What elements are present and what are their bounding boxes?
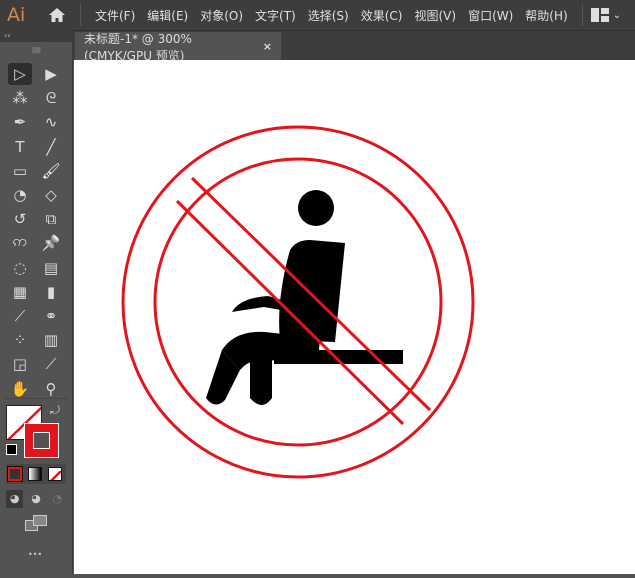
- draw-behind-button[interactable]: ◕: [27, 490, 44, 508]
- menu-item[interactable]: 文件(F): [89, 7, 141, 24]
- menu-item[interactable]: 视图(V): [408, 7, 462, 24]
- eraser-tool[interactable]: ◇: [39, 184, 63, 206]
- hand-icon: ✋: [10, 379, 30, 398]
- mesh-icon: ▦: [12, 282, 28, 301]
- direct-selection-tool[interactable]: ▶: [39, 63, 63, 85]
- menu-bar: Ai 文件(F) 编辑(E) 对象(O) 文字(T) 选择(S) 效果(C) 视图(V) 窗口…: [0, 0, 635, 30]
- symbol-sprayer-icon: ⁘: [13, 331, 27, 350]
- magic-wand-icon: ⁂: [12, 89, 28, 108]
- none-button[interactable]: [48, 467, 62, 481]
- menu-item[interactable]: 文字(T): [249, 7, 302, 24]
- zoom-tool[interactable]: ⚲: [39, 378, 63, 400]
- symbol-sprayer-tool[interactable]: ⁘: [8, 329, 32, 351]
- document-tab-title: 未标题-1* @ 300% (CMYK/GPU 预览): [84, 31, 192, 63]
- panel-grip[interactable]: ||||||||: [0, 42, 72, 58]
- swap-fill-stroke-icon[interactable]: ⤾: [50, 403, 60, 418]
- figure-torso: [279, 240, 345, 342]
- eyedropper-icon: ⟋: [14, 307, 26, 325]
- color-mode-buttons: [6, 464, 66, 484]
- pen-icon: ✒: [13, 113, 27, 132]
- perspective-grid-icon: ▤: [43, 258, 59, 277]
- home-icon[interactable]: [42, 5, 72, 25]
- rotate-icon: ↺: [13, 210, 27, 229]
- artboard-canvas[interactable]: [74, 60, 635, 574]
- lasso-tool[interactable]: ᘓ: [39, 87, 63, 109]
- divider: [4, 398, 68, 399]
- menu-item[interactable]: 选择(S): [302, 7, 355, 24]
- divider: [581, 4, 583, 26]
- rectangle-tool[interactable]: ▭: [8, 160, 32, 182]
- hand-tool[interactable]: ✋: [8, 378, 32, 400]
- rectangle-icon: ▭: [12, 161, 28, 180]
- puppet-warp-icon: 📌: [41, 234, 61, 253]
- scale-tool[interactable]: ⧉: [39, 208, 63, 230]
- scale-icon: ⧉: [45, 210, 57, 229]
- shape-builder-icon: ◌: [13, 258, 27, 277]
- gradient-tool[interactable]: ▮: [39, 281, 63, 303]
- paintbrush-icon: 🖌: [41, 161, 61, 180]
- no-sitting-sign: [121, 125, 475, 479]
- selection-tool[interactable]: ▷: [8, 63, 32, 85]
- shape-builder-tool[interactable]: ◌: [8, 257, 32, 279]
- mesh-tool[interactable]: ▦: [8, 281, 32, 303]
- perspective-grid-tool[interactable]: ▤: [39, 257, 63, 279]
- blend-icon: ⚭: [44, 307, 58, 325]
- artboard-tool[interactable]: ◲: [8, 353, 32, 375]
- figure-lower-leg-front: [250, 352, 272, 405]
- figure-head: [298, 190, 334, 226]
- slice-tool[interactable]: ⟋: [39, 353, 63, 375]
- column-graph-icon: ▥: [43, 331, 59, 350]
- curvature-tool[interactable]: ∿: [39, 111, 63, 133]
- blend-tool[interactable]: ⚭: [39, 305, 63, 327]
- more-tools-button[interactable]: •••: [28, 550, 42, 559]
- column-graph-tool[interactable]: ▥: [39, 329, 63, 351]
- collapse-panel-button[interactable]: ‹‹: [0, 30, 72, 42]
- gradient-icon: ▮: [46, 282, 56, 301]
- workspace-layout-icon[interactable]: ⌄: [590, 8, 621, 22]
- menu-item[interactable]: 对象(O): [194, 7, 249, 24]
- eraser-icon: ◇: [45, 186, 57, 204]
- line-tool[interactable]: ╱: [39, 136, 63, 158]
- close-icon[interactable]: ×: [263, 40, 272, 53]
- slice-icon: ⟋: [45, 355, 57, 374]
- tools-panel: ‹‹ |||||||| ▷ ▶ ⁂ ᘓ ✒ ∿ T ╱ ▭ 🖌 ◔ ◇ ↺ ⧉ ဢ 📌 ◌ ▤ ▦ ▮ ⟋ ⚭ ⁘ ▥ ◲ ⟋ ✋ ⚲…: [0, 30, 73, 574]
- curvature-icon: ∿: [44, 113, 58, 132]
- rotate-tool[interactable]: ↺: [8, 208, 32, 230]
- magic-wand-tool[interactable]: ⁂: [8, 87, 32, 109]
- type-icon: T: [15, 137, 25, 156]
- eyedropper-tool[interactable]: ⟋: [8, 305, 32, 327]
- shaper-icon: ◔: [13, 186, 27, 204]
- menu-item[interactable]: 帮助(H): [519, 7, 573, 24]
- selection-icon: ▷: [14, 65, 26, 83]
- screen-mode-icon[interactable]: [25, 515, 47, 535]
- artboard-icon: ◲: [12, 355, 28, 374]
- pen-tool[interactable]: ✒: [8, 111, 32, 133]
- warp-icon: ဢ: [12, 232, 28, 251]
- draw-inside-button[interactable]: ◔: [49, 490, 66, 508]
- divider: [80, 4, 81, 26]
- app-logo: Ai: [7, 4, 26, 26]
- menu-item[interactable]: 窗口(W): [462, 7, 519, 24]
- direct-selection-icon: ▶: [45, 65, 57, 83]
- menu-item[interactable]: 编辑(E): [141, 7, 194, 24]
- color-button[interactable]: [7, 466, 23, 482]
- draw-normal-button[interactable]: ◕: [6, 490, 24, 508]
- line-icon: ╱: [46, 137, 56, 156]
- document-tab[interactable]: 未标题-1* @ 300% (CMYK/GPU 预览) ×: [75, 31, 281, 63]
- lasso-icon: ᘓ: [45, 89, 57, 108]
- shaper-tool[interactable]: ◔: [8, 184, 32, 206]
- zoom-icon: ⚲: [45, 379, 57, 398]
- stroke-swatch[interactable]: [24, 423, 59, 458]
- menu-item[interactable]: 效果(C): [355, 7, 409, 24]
- default-fill-stroke-icon[interactable]: [6, 444, 17, 455]
- puppet-warp-tool[interactable]: 📌: [39, 232, 63, 254]
- gradient-button[interactable]: [28, 467, 42, 481]
- type-tool[interactable]: T: [8, 136, 32, 158]
- tab-bar: 未标题-1* @ 300% (CMYK/GPU 预览) ×: [73, 30, 635, 63]
- paintbrush-tool[interactable]: 🖌: [39, 160, 63, 182]
- warp-tool[interactable]: ဢ: [8, 232, 32, 254]
- draw-mode-buttons: ◕ ◕ ◔: [6, 489, 66, 509]
